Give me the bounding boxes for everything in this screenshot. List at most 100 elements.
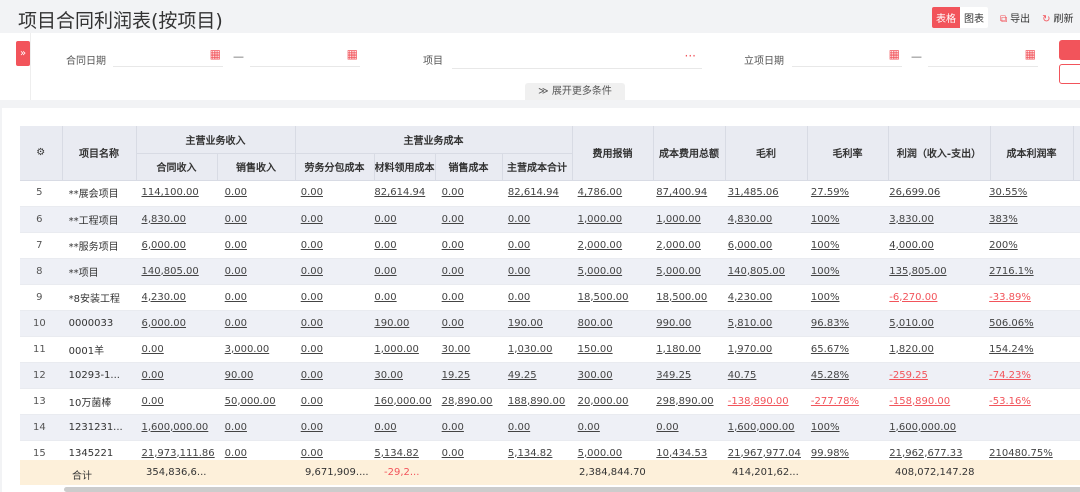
cell-value[interactable]: 27.59%: [800, 180, 880, 207]
cell-value[interactable]: 5,010.00: [879, 310, 980, 337]
cell-link[interactable]: 4,830.00: [728, 214, 773, 225]
cell-link[interactable]: 1,600,000.00: [728, 422, 795, 433]
cell-value[interactable]: 0.00: [431, 232, 498, 259]
cell-link[interactable]: 0.00: [508, 292, 530, 303]
cell-link[interactable]: 4,830.00: [142, 214, 187, 225]
cell-link[interactable]: 0.00: [225, 240, 247, 251]
cell-link[interactable]: 0.00: [442, 187, 464, 198]
cell-link[interactable]: 0.00: [225, 318, 247, 329]
table-row[interactable]: 6 **工程项目 4,830.00 0.00 0.00 0.00 0.00 0.00 1,000…: [20, 206, 1080, 233]
table-row[interactable]: 12 10293-1... 0.00 90.00 0.00 30.00 19.25 49.25…: [20, 362, 1080, 389]
table-row[interactable]: 5 **展会项目 114,100.00 0.00 0.00 82,614.94 0.00 82…: [20, 180, 1080, 207]
cell-value[interactable]: 0.00: [431, 258, 498, 285]
col-total-cost[interactable]: 成本费用总额: [653, 126, 726, 181]
cell-value[interactable]: -138,890.00: [717, 388, 801, 415]
calendar-icon[interactable]: ▦: [1025, 47, 1036, 61]
cell-link[interactable]: 0.00: [442, 448, 464, 459]
cell-link[interactable]: 0.00: [301, 187, 323, 198]
cell-value[interactable]: 5,134.82: [497, 440, 568, 460]
cell-value[interactable]: 383%: [979, 206, 1062, 233]
cell-link[interactable]: 18,500.00: [578, 292, 629, 303]
cell-value[interactable]: 800.00: [567, 310, 647, 337]
cell-value[interactable]: 160,000.00: [364, 388, 432, 415]
cell-value[interactable]: 65.67%: [800, 336, 880, 363]
cell-value[interactable]: -33.89%: [979, 284, 1062, 311]
calendar-icon[interactable]: ▦: [210, 47, 221, 61]
cell-link[interactable]: 0.00: [374, 422, 396, 433]
cell-value[interactable]: 82,614.94: [497, 180, 568, 207]
cell-link[interactable]: 4,786.00: [578, 187, 623, 198]
cell-link[interactable]: 100%: [811, 240, 840, 251]
contract-date-end[interactable]: ▦: [250, 45, 360, 67]
cell-value[interactable]: 0.00: [214, 232, 291, 259]
cell-value[interactable]: 0.00: [290, 232, 365, 259]
cell-link[interactable]: 0.00: [301, 266, 323, 277]
cell-value[interactable]: 4,000.00: [879, 232, 980, 259]
cell-link[interactable]: 0.00: [301, 344, 323, 355]
cell-value[interactable]: 0.00: [214, 414, 291, 441]
cell-link[interactable]: 0.00: [578, 422, 600, 433]
cell-link[interactable]: 1,970.00: [728, 344, 773, 355]
cell-link[interactable]: 100%: [811, 214, 840, 225]
cell-value[interactable]: -74.23%: [979, 362, 1062, 389]
cell-value[interactable]: 0.00: [290, 414, 365, 441]
cell-value[interactable]: 0.00: [214, 310, 291, 337]
cell-value[interactable]: 190.00: [497, 310, 568, 337]
cell-value[interactable]: 0.00: [567, 414, 647, 441]
table-row[interactable]: 7 **服务项目 6,000.00 0.00 0.00 0.00 0.00 0.00 2,000…: [20, 232, 1080, 259]
cell-value[interactable]: 210480.75%: [979, 440, 1062, 460]
cell-value[interactable]: 0.00: [646, 414, 718, 441]
cell-link[interactable]: 300.00: [578, 370, 613, 381]
cell-value[interactable]: 5,134.82: [364, 440, 432, 460]
cell-value[interactable]: 100%: [800, 414, 880, 441]
cell-link[interactable]: 100%: [811, 292, 840, 303]
cell-link[interactable]: -259.25: [889, 370, 928, 381]
cell-link[interactable]: 1,600,000.00: [142, 422, 209, 433]
cell-link[interactable]: 82,614.94: [374, 187, 425, 198]
cell-link[interactable]: 1,600,000.00: [889, 422, 956, 433]
setup-date-end[interactable]: ▦: [928, 45, 1038, 67]
cell-link[interactable]: 87,400.94: [656, 187, 707, 198]
cell-value[interactable]: 0.00: [290, 258, 365, 285]
cell-link[interactable]: 2,000.00: [578, 240, 623, 251]
cell-value[interactable]: 50,000.00: [214, 388, 291, 415]
cell-value[interactable]: 0.00: [290, 206, 365, 233]
col-sales-cost[interactable]: 销售成本: [435, 153, 503, 181]
cell-link[interactable]: 30.55%: [989, 187, 1027, 198]
cell-link[interactable]: 0.00: [442, 292, 464, 303]
cell-value[interactable]: 0.00: [431, 310, 498, 337]
cell-value[interactable]: 6,000.00: [131, 310, 215, 337]
cell-link[interactable]: 190.00: [374, 318, 409, 329]
tab-table[interactable]: 表格: [932, 7, 960, 28]
cell-value[interactable]: 1,000.00: [364, 336, 432, 363]
cell-value[interactable]: 0.00: [431, 206, 498, 233]
cell-link[interactable]: 0.00: [301, 396, 323, 407]
cell-link[interactable]: 0.00: [142, 344, 164, 355]
cell-value[interactable]: 0.00: [290, 284, 365, 311]
cell-link[interactable]: 21,967,977.04: [728, 448, 801, 459]
cell-link[interactable]: 5,010.00: [889, 318, 934, 329]
cell-value[interactable]: 99.98%: [800, 440, 880, 460]
cell-value[interactable]: 506.06%: [979, 310, 1062, 337]
cell-value[interactable]: 45.28%: [800, 362, 880, 389]
cell-value[interactable]: 1,030.00: [497, 336, 568, 363]
cell-link[interactable]: 0.00: [656, 422, 678, 433]
cell-link[interactable]: 100%: [811, 422, 840, 433]
cell-value[interactable]: 0.00: [290, 336, 365, 363]
cell-value[interactable]: 0.00: [131, 336, 215, 363]
cell-link[interactable]: 5,134.82: [374, 448, 419, 459]
cell-value[interactable]: [979, 414, 1062, 441]
cell-link[interactable]: 31,485.06: [728, 187, 779, 198]
col-gross-rate[interactable]: 毛利率: [807, 126, 889, 181]
cell-value[interactable]: 4,786.00: [567, 180, 647, 207]
cell-link[interactable]: 0.00: [142, 396, 164, 407]
cell-link[interactable]: -277.78%: [811, 396, 859, 407]
cell-link[interactable]: 0.00: [225, 448, 247, 459]
col-main-cost-total[interactable]: 主营成本合计: [502, 153, 573, 181]
cell-value[interactable]: -158,890.00: [879, 388, 980, 415]
cell-link[interactable]: 0.00: [374, 292, 396, 303]
cell-value[interactable]: 87,400.94: [646, 180, 718, 207]
tab-chart[interactable]: 图表: [960, 7, 988, 28]
cell-link[interactable]: 383%: [989, 214, 1018, 225]
cell-link[interactable]: 0.00: [301, 292, 323, 303]
